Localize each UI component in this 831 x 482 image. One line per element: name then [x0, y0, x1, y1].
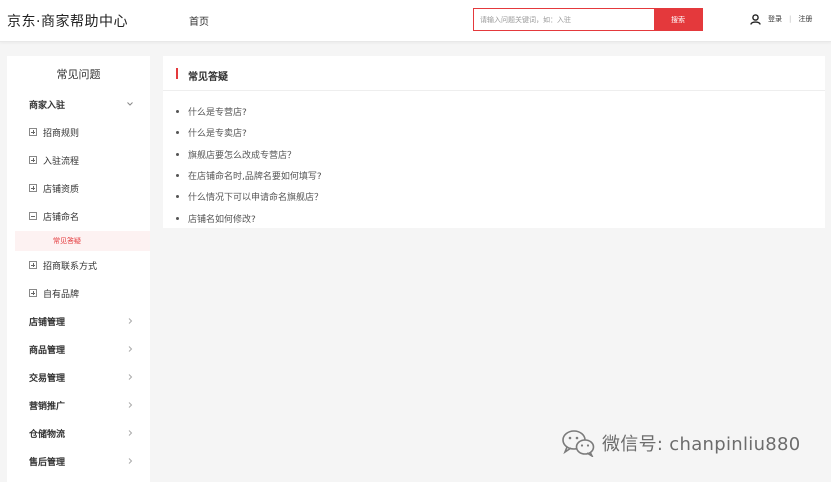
login-link[interactable]: 登录	[768, 14, 782, 24]
title-accent-bar	[176, 68, 178, 79]
faq-link[interactable]: 什么情况下可以申请命名旗舰店？	[188, 190, 323, 203]
sidebar-item-label: 自有品牌	[43, 289, 80, 300]
watermark-text: 微信号: chanpinliu880	[602, 434, 801, 455]
sidebar-category-label: 商品管理	[29, 345, 66, 356]
sidebar-category-label: 营销推广	[29, 401, 66, 412]
expand-icon	[29, 156, 37, 164]
sidebar-item-rules[interactable]: 招商规则	[7, 122, 150, 142]
faq-item[interactable]: 什么是专营店?	[176, 101, 323, 122]
sidebar-category-label: 商家入驻	[29, 100, 66, 111]
bullet-icon	[176, 131, 179, 135]
faq-item[interactable]: 什么情况下可以申请命名旗舰店？	[176, 186, 323, 207]
sidebar-item-label: 店铺命名	[43, 212, 80, 223]
sidebar-category-trade[interactable]: 交易管理	[7, 367, 150, 387]
chevron-right-icon	[128, 318, 133, 324]
search-button[interactable]: 搜索	[654, 9, 702, 30]
expand-icon	[29, 289, 37, 297]
sidebar-category-aftersale[interactable]: 售后管理	[7, 451, 150, 471]
top-header: 京东·商家帮助中心 首页 搜索 登录 | 注册	[0, 0, 831, 42]
nav-home-link[interactable]: 首页	[189, 13, 209, 28]
divider: |	[789, 15, 792, 23]
sidebar-item-naming[interactable]: 店铺命名	[7, 206, 150, 226]
sidebar-category-label: 售后管理	[29, 457, 66, 468]
search-input[interactable]	[474, 9, 655, 30]
sidebar-category-marketing[interactable]: 营销推广	[7, 395, 150, 415]
wechat-icon	[562, 430, 595, 457]
chevron-down-icon	[127, 102, 133, 106]
chevron-right-icon	[128, 374, 133, 380]
sidebar: 常见问题 商家入驻 招商规则 入驻流程 店铺资质 店铺命名 常见答疑 招商联系方…	[7, 56, 150, 482]
sidebar-title: 常见问题	[56, 68, 101, 81]
expand-icon	[29, 184, 37, 192]
sidebar-item-label: 招商联系方式	[43, 261, 98, 272]
sidebar-item-process[interactable]: 入驻流程	[7, 150, 150, 170]
sidebar-category-logistics[interactable]: 仓储物流	[7, 423, 150, 443]
faq-panel: 常见答疑 什么是专营店? 什么是专卖店? 旗舰店要怎么改成专营店？ 在店铺命名时…	[163, 56, 825, 228]
faq-link[interactable]: 店铺名如何修改?	[188, 212, 256, 225]
bullet-icon	[176, 174, 179, 178]
sidebar-item-label: 店铺资质	[43, 184, 80, 195]
search-box: 搜索	[473, 8, 703, 31]
site-logo[interactable]: 京东·商家帮助中心	[7, 11, 128, 31]
faq-link[interactable]: 什么是专营店?	[188, 105, 247, 118]
user-icon[interactable]	[750, 13, 761, 25]
sidebar-category-label: 交易管理	[29, 373, 66, 384]
sidebar-category-label: 仓储物流	[29, 429, 66, 440]
page-title: 常见答疑	[188, 72, 228, 83]
expand-icon	[29, 128, 37, 136]
sidebar-category-label: 店铺管理	[29, 317, 66, 328]
bullet-icon	[176, 110, 179, 114]
faq-item[interactable]: 旗舰店要怎么改成专营店？	[176, 144, 323, 165]
sidebar-item-label: 招商规则	[43, 128, 80, 139]
faq-link[interactable]: 在店铺命名时,品牌名要如何填写?	[188, 169, 322, 182]
register-link[interactable]: 注册	[798, 14, 812, 24]
faq-link[interactable]: 旗舰店要怎么改成专营店？	[188, 148, 296, 161]
faq-link[interactable]: 什么是专卖店?	[188, 126, 247, 139]
sidebar-category-settle[interactable]: 商家入驻	[7, 94, 150, 114]
faq-item[interactable]: 在店铺命名时,品牌名要如何填写?	[176, 165, 323, 186]
sidebar-item-label: 入驻流程	[43, 156, 80, 167]
bullet-icon	[176, 152, 179, 156]
sidebar-item-contact[interactable]: 招商联系方式	[7, 255, 150, 275]
user-area: 登录 | 注册	[750, 13, 812, 25]
expand-icon	[29, 261, 37, 269]
sidebar-category-goods[interactable]: 商品管理	[7, 339, 150, 359]
sidebar-item-own-brand[interactable]: 自有品牌	[7, 283, 150, 303]
sidebar-item-faq-active[interactable]: 常见答疑	[15, 231, 150, 251]
bullet-icon	[176, 216, 179, 220]
faq-item[interactable]: 什么是专卖店?	[176, 122, 323, 143]
faq-item[interactable]: 店铺名如何修改?	[176, 207, 323, 228]
wechat-watermark: 微信号: chanpinliu880	[561, 428, 801, 458]
sidebar-category-shop[interactable]: 店铺管理	[7, 311, 150, 331]
chevron-right-icon	[128, 458, 133, 464]
sidebar-item-qualification[interactable]: 店铺资质	[7, 178, 150, 198]
chevron-right-icon	[128, 430, 133, 436]
bullet-icon	[176, 195, 179, 199]
faq-list: 什么是专营店? 什么是专卖店? 旗舰店要怎么改成专营店？ 在店铺命名时,品牌名要…	[176, 101, 323, 229]
panel-header: 常见答疑	[163, 56, 825, 91]
chevron-right-icon	[128, 346, 133, 352]
collapse-icon	[29, 212, 37, 220]
chevron-right-icon	[128, 402, 133, 408]
